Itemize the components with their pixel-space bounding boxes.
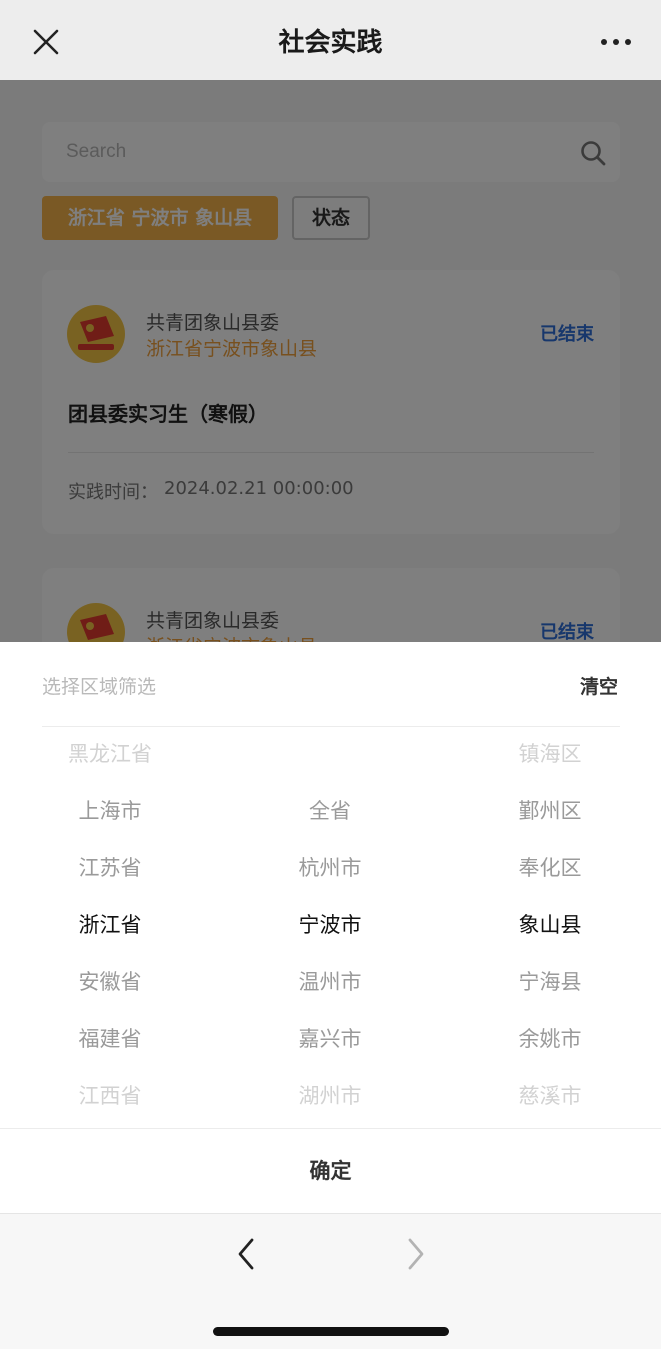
province-column[interactable]: 黑龙江省 上海市 江苏省 浙江省 安徽省 福建省 江西省	[0, 726, 220, 1128]
district-column[interactable]: 镇海区 鄞州区 奉化区 象山县 宁海县 余姚市 慈溪市	[440, 726, 660, 1128]
nav-bar: 社会实践	[0, 0, 661, 80]
forward-arrow-icon[interactable]	[400, 1234, 432, 1274]
city-option[interactable]: 温州市	[220, 954, 440, 1011]
province-option[interactable]: 上海市	[0, 783, 220, 840]
district-option[interactable]: 奉化区	[440, 840, 660, 897]
sheet-title: 选择区域筛选	[42, 676, 157, 698]
region-picker-sheet: 选择区域筛选 清空 黑龙江省 上海市 江苏省 浙江省 安徽省 福建省 江西省 全…	[0, 642, 661, 1213]
confirm-button[interactable]: 确定	[0, 1129, 661, 1213]
province-option[interactable]: 黑龙江省	[0, 726, 220, 783]
district-option[interactable]: 余姚市	[440, 1011, 660, 1068]
district-option[interactable]: 鄞州区	[440, 783, 660, 840]
modal-overlay[interactable]	[0, 80, 661, 642]
city-option[interactable]: 湖州市	[220, 1068, 440, 1125]
city-option[interactable]: 嘉兴市	[220, 1011, 440, 1068]
district-option[interactable]: 镇海区	[440, 726, 660, 783]
province-option[interactable]: 江西省	[0, 1068, 220, 1125]
city-option-selected[interactable]: 宁波市	[220, 897, 440, 954]
district-option[interactable]: 慈溪市	[440, 1068, 660, 1125]
province-option-selected[interactable]: 浙江省	[0, 897, 220, 954]
city-option[interactable]: 杭州市	[220, 840, 440, 897]
district-option-selected[interactable]: 象山县	[440, 897, 660, 954]
home-indicator	[213, 1327, 449, 1336]
province-option[interactable]: 福建省	[0, 1011, 220, 1068]
district-option[interactable]: 宁海县	[440, 954, 660, 1011]
province-option[interactable]: 江苏省	[0, 840, 220, 897]
city-option[interactable]: 全省	[220, 783, 440, 840]
back-arrow-icon[interactable]	[230, 1234, 262, 1274]
region-picker[interactable]: 黑龙江省 上海市 江苏省 浙江省 安徽省 福建省 江西省 全省 杭州市 宁波市 …	[0, 726, 661, 1128]
province-option[interactable]: 安徽省	[0, 954, 220, 1011]
page-title: 社会实践	[278, 28, 383, 58]
browser-toolbar	[0, 1213, 661, 1349]
city-column[interactable]: 全省 杭州市 宁波市 温州市 嘉兴市 湖州市	[220, 726, 440, 1128]
clear-button[interactable]: 清空	[580, 672, 618, 699]
more-icon[interactable]	[598, 32, 634, 52]
